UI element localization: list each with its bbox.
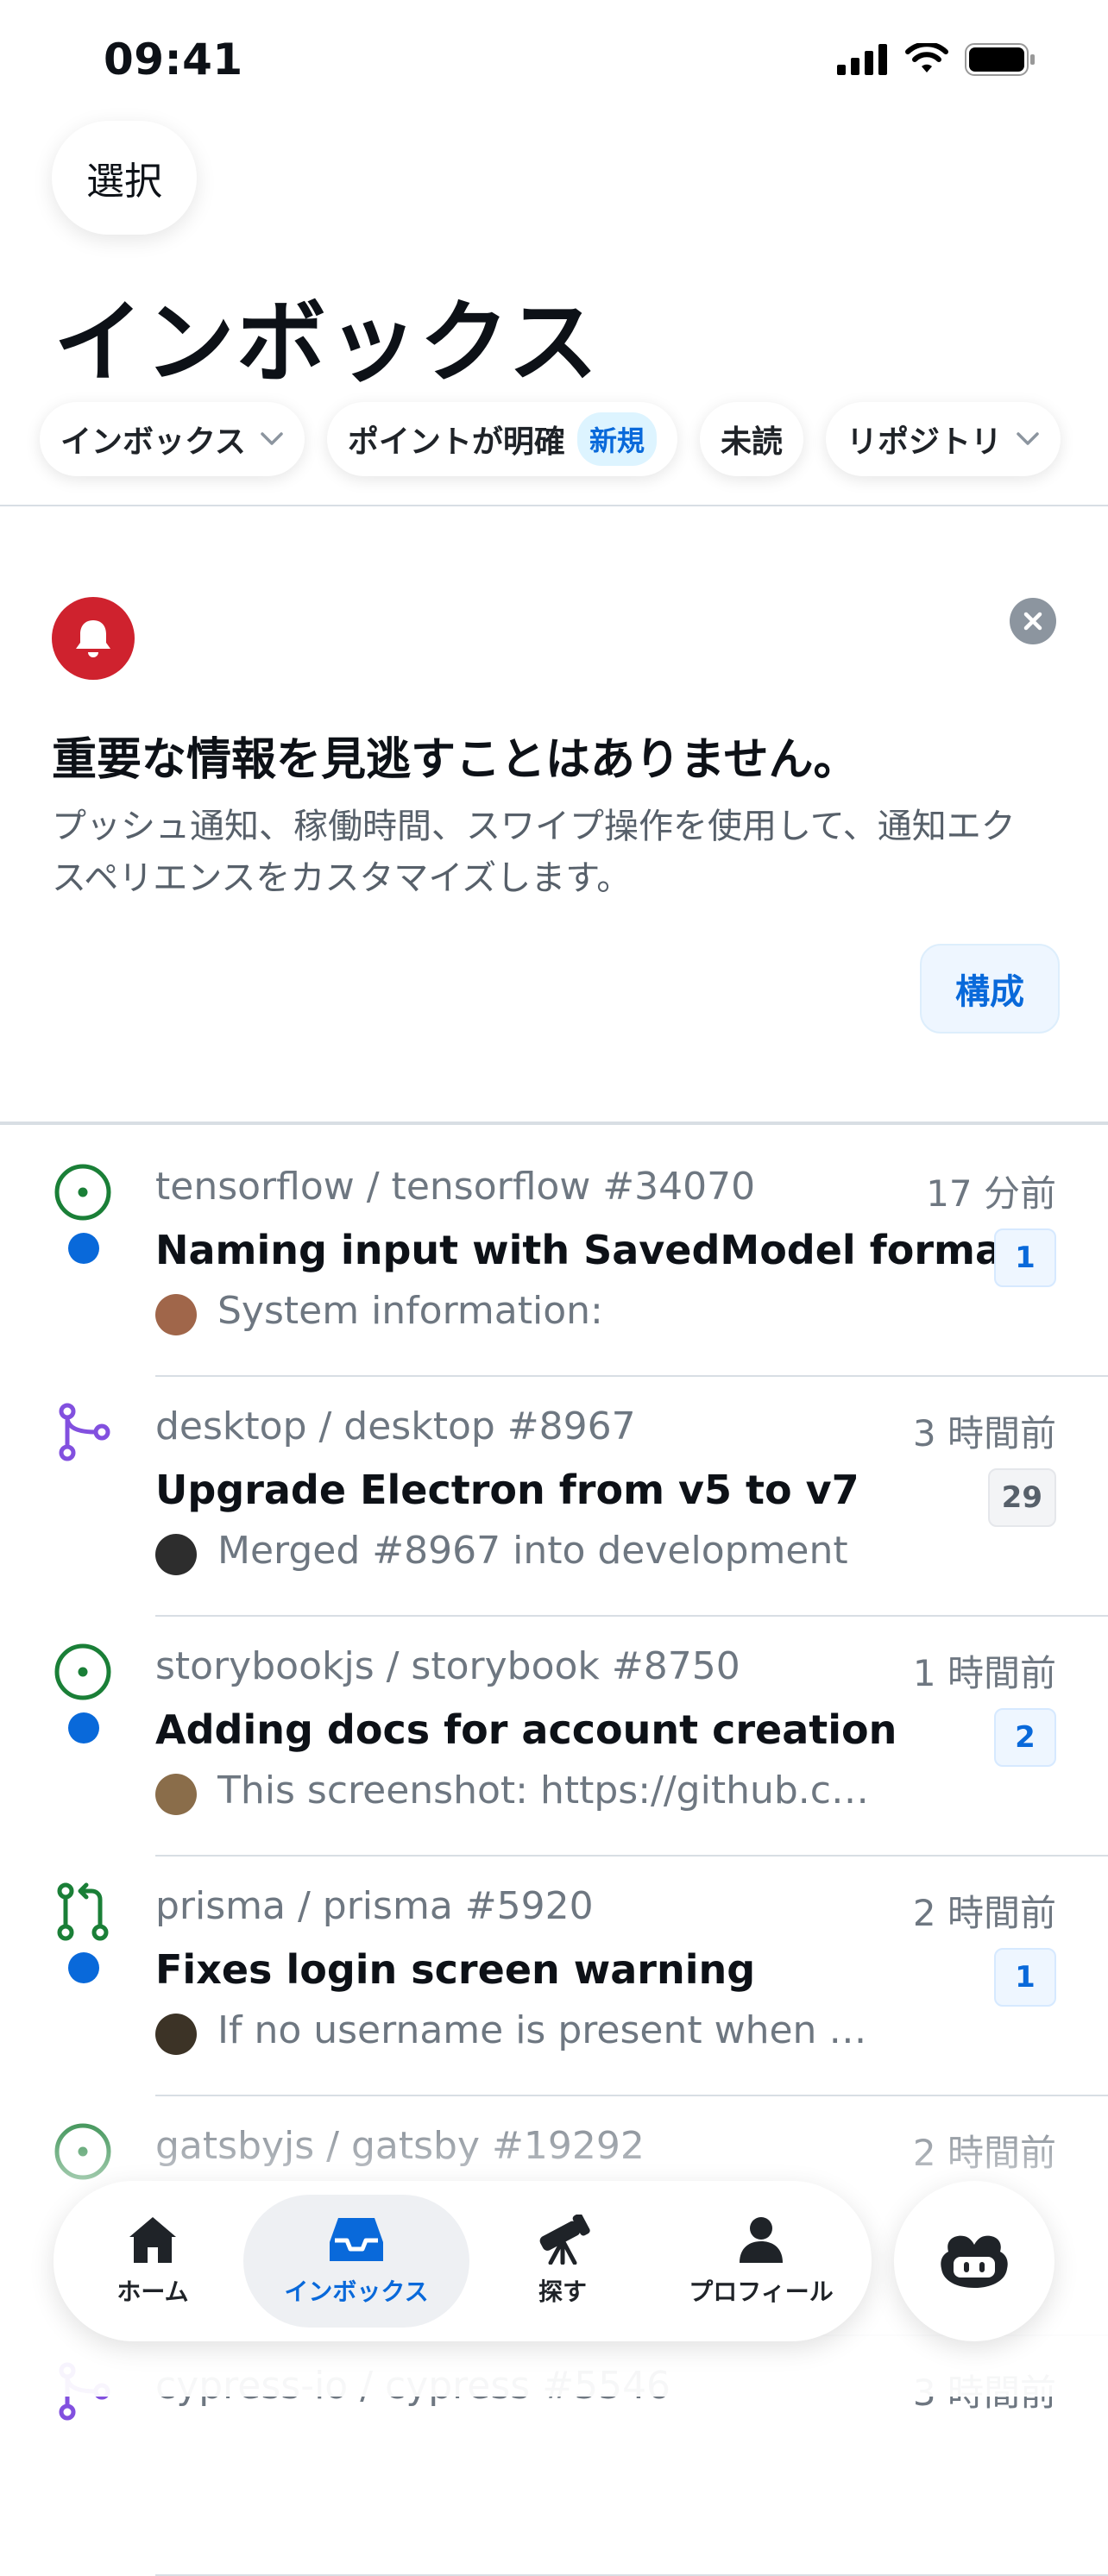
home-icon — [129, 2217, 176, 2263]
notification-time: 2 時間前 — [912, 1892, 1056, 1934]
merged-pr-icon — [54, 1403, 112, 1461]
avatar — [155, 1294, 197, 1335]
inbox-tray-icon — [330, 2218, 383, 2261]
focused-filter-chip[interactable]: ポイントが明確 新規 — [326, 402, 677, 476]
notification-title: Upgrade Electron from v5 to v7 — [155, 1467, 859, 1513]
cellular-signal-icon — [837, 44, 887, 75]
list-divider — [0, 1122, 1108, 1125]
inbox-filter-label: インボックス — [60, 424, 246, 460]
person-icon — [740, 2217, 783, 2263]
notification-title: Fixes login screen warning — [155, 1946, 756, 1993]
notification-repo: storybookjs / storybook #8750 — [155, 1644, 740, 1688]
comment-count-badge: 1 — [994, 1948, 1056, 2007]
tab-bar: ホーム インボックス 探す プロフィール — [54, 2181, 872, 2341]
page-title: インボックス — [54, 290, 600, 395]
comment-count-badge: 29 — [987, 1468, 1056, 1527]
notification-repo: tensorflow / tensorflow #34070 — [155, 1165, 756, 1209]
notification-repo: prisma / prisma #5920 — [155, 1884, 594, 1928]
repository-filter-chip[interactable]: リポジトリ — [825, 402, 1061, 476]
pull-request-icon — [54, 1882, 112, 1941]
promo-body: プッシュ通知、稼働時間、スワイプ操作を使用して、通知エクスペリエンスをカスタマイ… — [52, 807, 1016, 898]
tab-inbox-label: インボックス — [284, 2278, 429, 2306]
status-time: 09:41 — [104, 35, 243, 85]
focused-filter-label: ポイントが明確 — [347, 424, 565, 460]
filter-bar: インボックス ポイントが明確 新規 未読 リポジトリ — [40, 402, 1061, 476]
notification-preview: If no username is present when a... — [217, 2008, 882, 2052]
bell-badge — [52, 597, 135, 680]
unread-filter-label: 未読 — [720, 424, 783, 460]
new-badge: 新規 — [576, 412, 657, 466]
tab-explore[interactable]: 探す — [511, 2181, 614, 2341]
avatar — [155, 2014, 197, 2055]
notification-row[interactable]: desktop / desktop #8967 3 時間前 Upgrade Elec… — [0, 1377, 1108, 1617]
copilot-icon — [941, 2235, 1008, 2288]
configure-button[interactable]: 構成 — [920, 944, 1060, 1034]
notification-title: Adding docs for account creation — [155, 1706, 897, 1753]
promo-title: 重要な情報を見逃すことはありません。 — [52, 734, 859, 786]
copilot-button[interactable] — [894, 2181, 1054, 2341]
header-divider — [0, 505, 1108, 506]
tab-profile-label: プロフィール — [689, 2278, 834, 2306]
notification-row[interactable]: prisma / prisma #5920 2 時間前 Fixes login sc… — [0, 1857, 1108, 2096]
notification-time: 1 時間前 — [912, 1652, 1056, 1694]
repository-filter-label: リポジトリ — [846, 424, 1002, 460]
battery-icon — [965, 43, 1035, 76]
issue-open-icon — [54, 1163, 112, 1222]
tab-profile[interactable]: プロフィール — [670, 2181, 852, 2341]
notification-time: 3 時間前 — [912, 1412, 1056, 1454]
telescope-icon — [539, 2215, 590, 2265]
notification-repo: desktop / desktop #8967 — [155, 1404, 636, 1448]
notification-row[interactable]: storybookjs / storybook #8750 1 時間前 Adding… — [0, 1617, 1108, 1857]
status-icons — [837, 43, 1036, 76]
unread-indicator — [68, 1952, 99, 1983]
notification-row[interactable]: tensorflow / tensorflow #34070 17 分前 Namin… — [0, 1137, 1108, 1377]
issue-open-icon — [54, 1643, 112, 1701]
chevron-down-icon — [1017, 432, 1039, 445]
tab-inbox[interactable]: インボックス — [243, 2181, 469, 2341]
close-icon — [1023, 612, 1042, 631]
notification-time: 17 分前 — [926, 1172, 1056, 1215]
chevron-down-icon — [261, 432, 283, 445]
unread-filter-chip[interactable]: 未読 — [699, 402, 803, 476]
notification-preview: Merged #8967 into development — [217, 1529, 848, 1573]
notification-preview: This screenshot: https://github.co... — [217, 1769, 882, 1813]
dismiss-button[interactable] — [1010, 598, 1056, 644]
avatar — [155, 1534, 197, 1575]
notification-title: Naming input with SavedModel format — [155, 1227, 1021, 1273]
unread-indicator — [68, 1712, 99, 1744]
bell-icon — [76, 620, 110, 657]
select-button[interactable]: 選択 — [52, 121, 197, 235]
notification-preview: System information: — [217, 1289, 603, 1333]
comment-count-badge: 2 — [994, 1708, 1056, 1767]
wifi-icon — [905, 43, 948, 72]
tab-home[interactable]: ホーム — [88, 2181, 217, 2341]
inbox-filter-chip[interactable]: インボックス — [40, 402, 305, 476]
tab-home-label: ホーム — [116, 2278, 189, 2306]
unread-indicator — [68, 1233, 99, 1264]
tab-explore-label: 探す — [538, 2278, 587, 2306]
avatar — [155, 1774, 197, 1815]
comment-count-badge: 1 — [994, 1228, 1056, 1287]
